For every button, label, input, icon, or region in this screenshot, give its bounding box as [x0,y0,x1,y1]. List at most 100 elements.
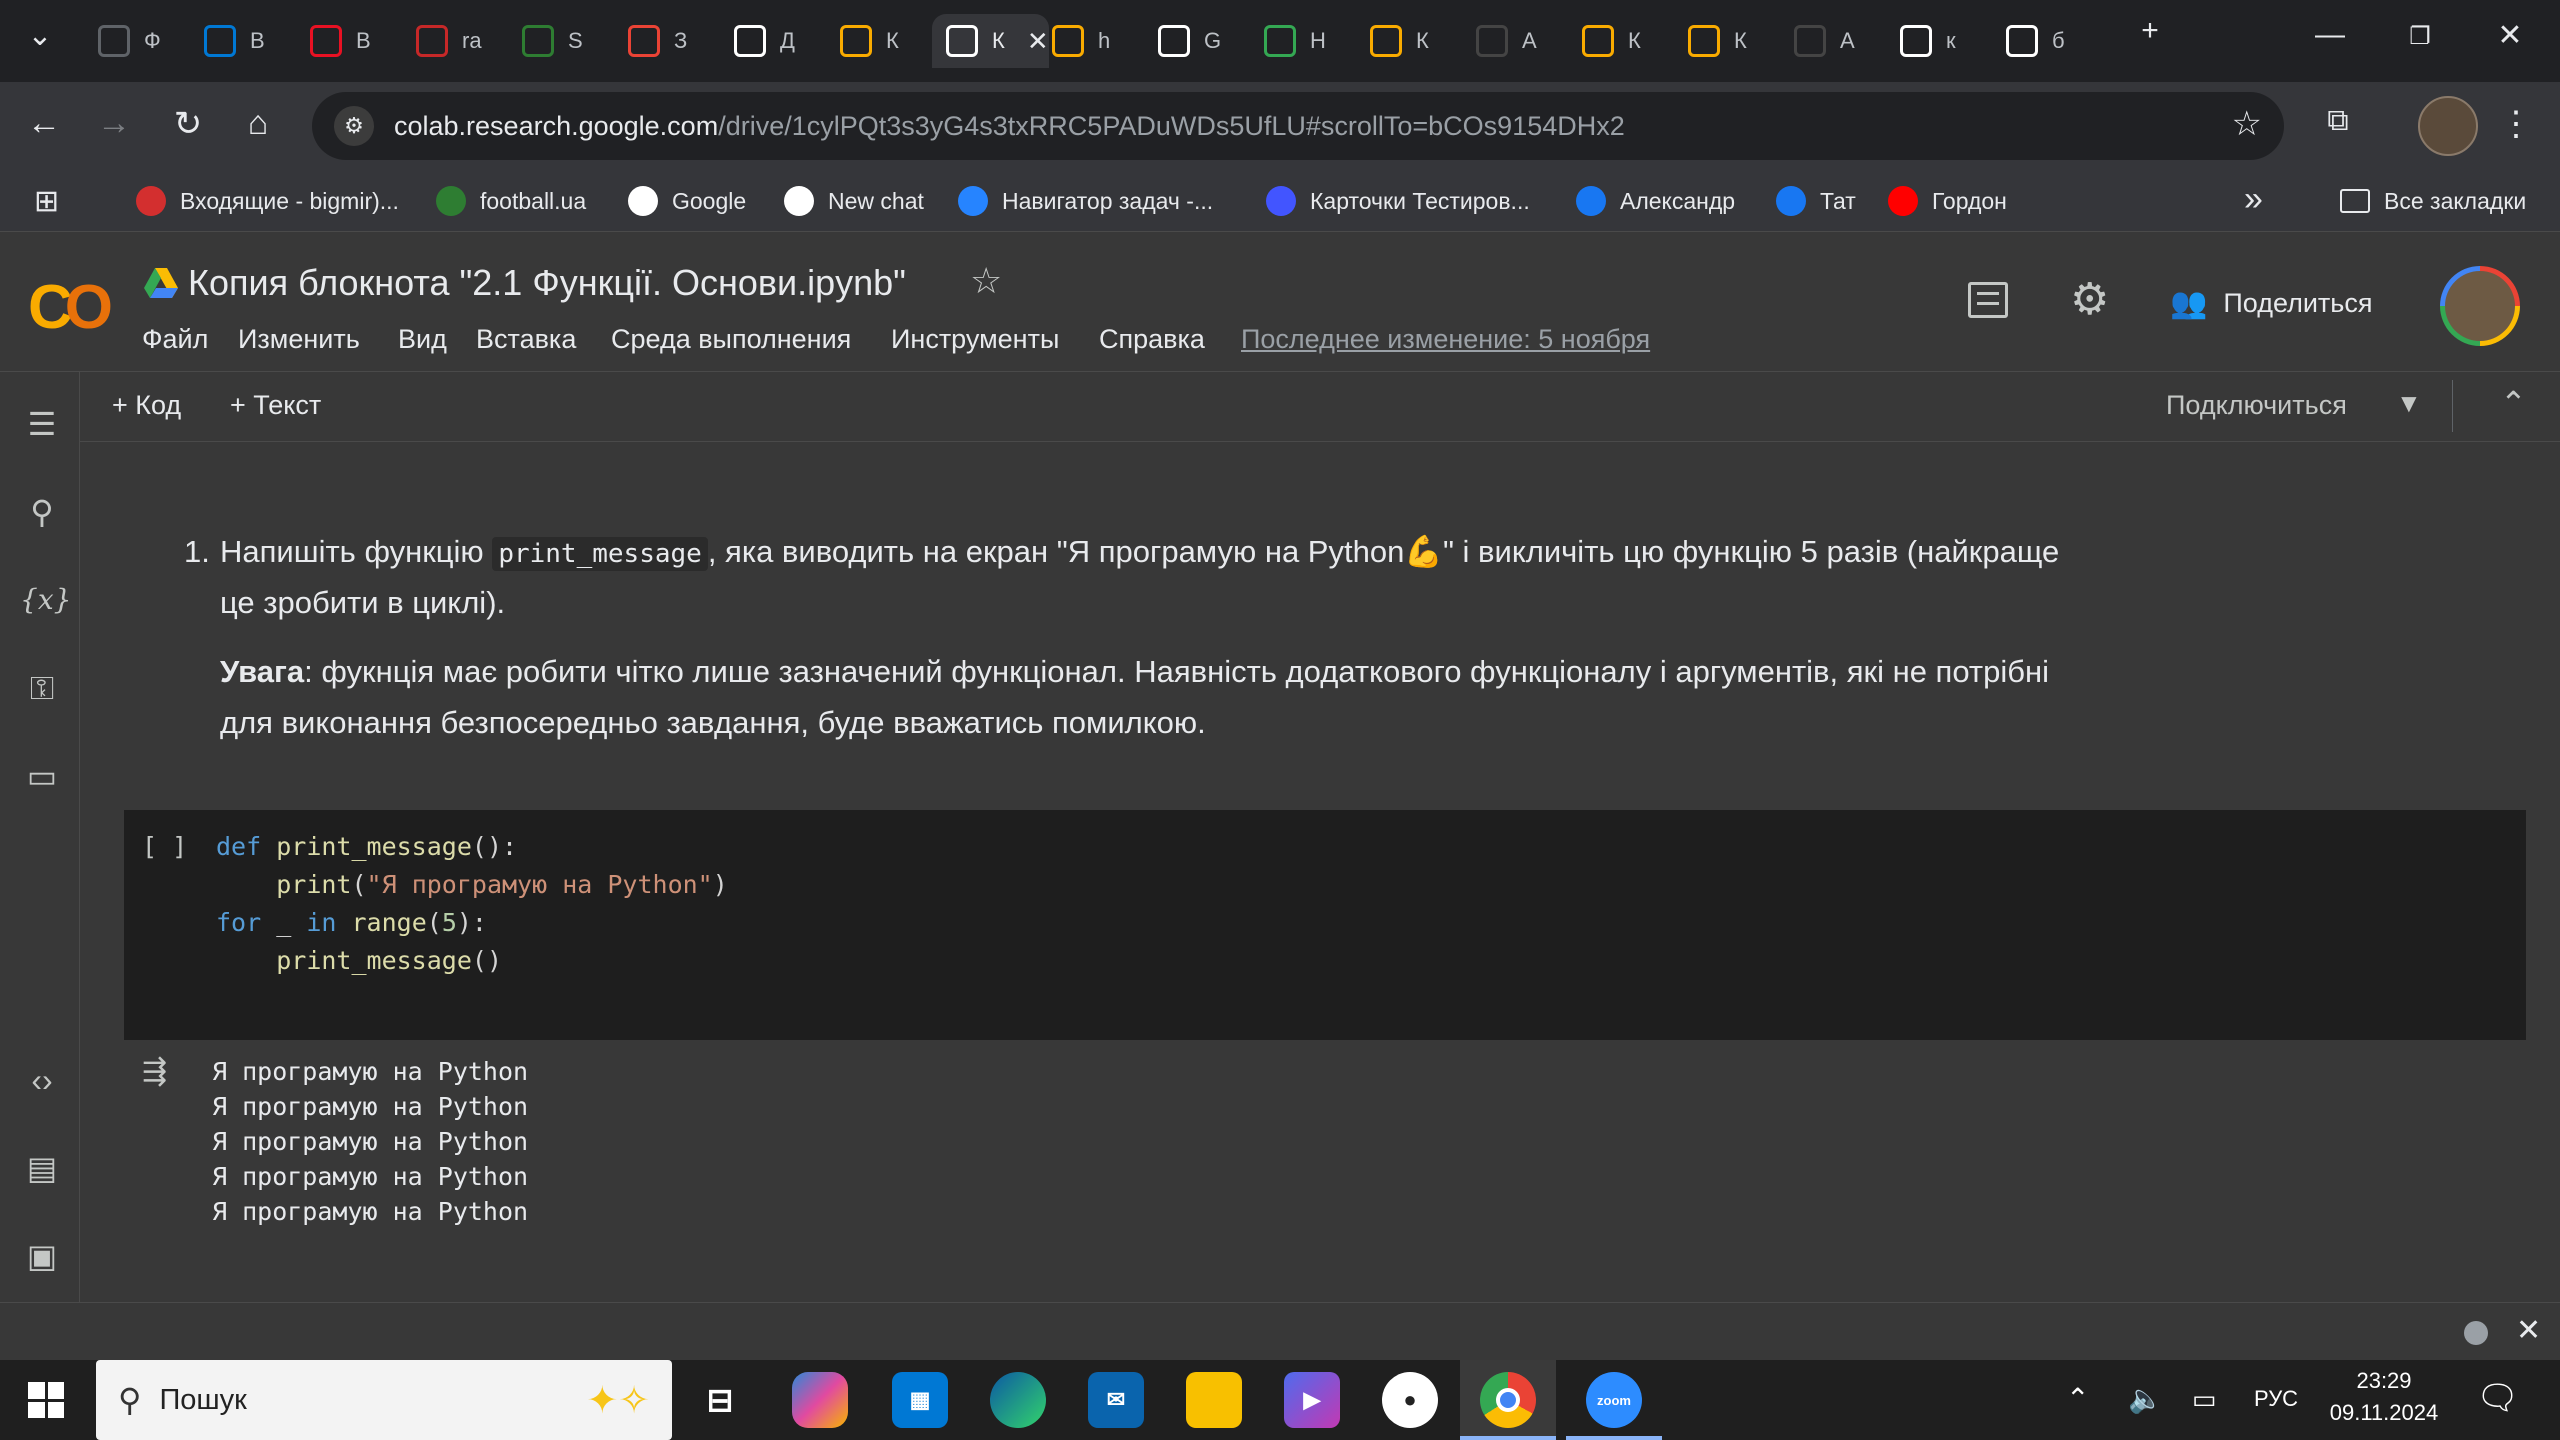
connect-button[interactable]: Подключиться [2166,390,2347,421]
racing-icon [416,25,448,57]
browser-tab[interactable]: В [190,14,265,68]
menu-item[interactable]: Файл [142,324,208,355]
home-icon[interactable]: ⌂ [236,104,280,143]
bookmark-item[interactable]: Тат [1776,182,1856,220]
add-text-button[interactable]: + Текст [230,390,321,421]
forward-icon[interactable]: → [92,104,136,143]
volume-icon[interactable]: 🔈 [2128,1382,2163,1415]
browser-tab[interactable]: ra [402,14,482,68]
menu-item[interactable]: Вид [398,324,447,355]
output-actions-icon[interactable]: ⇶ [142,1054,167,1089]
language-indicator[interactable]: РУС [2254,1386,2298,1412]
browser-tab[interactable]: Д [720,14,795,68]
browser-tab[interactable]: З [614,14,687,68]
star-notebook-icon[interactable]: ☆ [970,260,1002,302]
browser-tab[interactable]: h [1038,14,1110,68]
address-bar[interactable]: ⚙ colab.research.google.com/drive/1cylPQ… [312,92,2284,160]
menu-item[interactable]: Справка [1099,324,1205,355]
minimize-icon[interactable]: — [2300,18,2360,52]
comments-icon[interactable] [1968,282,2008,318]
new-tab-button[interactable]: + [2120,14,2180,48]
store-icon[interactable]: ▦ [892,1372,948,1428]
browser-tab[interactable]: S [508,14,583,68]
browser-tab[interactable]: б [1992,14,2065,68]
browser-tab[interactable]: К [826,14,899,68]
bookmark-item[interactable]: Александр [1576,182,1735,220]
terminal-icon[interactable]: ▣ [20,1234,64,1278]
bookmark-item[interactable]: New chat [784,182,924,220]
bookmark-item[interactable]: Карточки Тестиров... [1266,182,1530,220]
bookmark-star-icon[interactable]: ☆ [2232,104,2262,144]
task-view-icon[interactable]: ⊟ [692,1372,748,1428]
collapse-header-icon[interactable]: ⌃ [2500,384,2527,422]
more-bookmarks-button[interactable]: » [2244,180,2263,219]
bookmark-item[interactable]: Google [628,182,746,220]
run-cell-button[interactable]: [ ] [142,828,187,866]
menu-item[interactable]: Вставка [476,324,576,355]
command-palette-icon[interactable]: ▤ [20,1146,64,1190]
zoom-taskbar-button[interactable]: zoom [1566,1360,1662,1440]
all-bookmarks-button[interactable]: Все закладки [2340,182,2526,220]
reload-icon[interactable]: ↻ [166,104,210,144]
browser-tab[interactable]: В [296,14,371,68]
key-app-icon[interactable]: ● [1382,1372,1438,1428]
search-icon[interactable]: ⚲ [20,490,64,534]
browser-menu-icon[interactable]: ⋮ [2494,104,2538,144]
files-folder-icon[interactable]: ▭ [20,754,64,798]
browser-tab[interactable]: к [1886,14,1956,68]
close-window-icon[interactable]: ✕ [2480,18,2540,53]
colab-logo[interactable]: CO [28,272,113,343]
browser-tab[interactable]: К [1568,14,1641,68]
site-info-icon[interactable]: ⚙ [334,106,374,146]
menu-item[interactable]: Изменить [238,324,360,355]
bookmark-item[interactable]: Гордон [1888,182,2007,220]
settings-gear-icon[interactable]: ⚙ [2070,274,2109,325]
connect-dropdown-icon[interactable]: ▼ [2396,388,2422,419]
bookmark-item[interactable]: Навигатор задач -... [958,182,1213,220]
menu-item[interactable]: Инструменты [891,324,1059,355]
browser-tab[interactable]: К ✕ [932,14,1049,68]
browser-tab[interactable]: А [1462,14,1537,68]
variables-icon[interactable]: {x} [20,578,71,622]
apps-grid-icon[interactable]: ⊞ [34,184,59,219]
edge-icon[interactable] [990,1372,1046,1428]
menu-item[interactable]: Среда выполнения [611,324,851,355]
account-avatar[interactable] [2440,266,2520,346]
secrets-key-icon[interactable]: ⚿ [20,666,64,710]
browser-tab[interactable]: А [1780,14,1855,68]
clipchamp-icon[interactable]: ▶ [1284,1372,1340,1428]
taskbar-search[interactable]: ⚲ Пошук ✦✧ [96,1360,672,1440]
copilot-icon[interactable] [792,1372,848,1428]
extensions-icon[interactable]: ⧉ [2316,104,2360,138]
file-explorer-icon[interactable] [1186,1372,1242,1428]
code-cell[interactable]: [ ] def print_message(): print("Я програ… [124,810,2526,1040]
notifications-icon[interactable]: 🗨 [2476,1378,2519,1418]
share-button[interactable]: 👥 Поделиться [2170,286,2372,321]
back-icon[interactable]: ← [22,104,66,143]
add-code-button[interactable]: + Код [112,390,181,421]
chrome-taskbar-button[interactable] [1460,1360,1556,1440]
browser-tab[interactable]: К [1356,14,1429,68]
clock-date: 09.11.2024 [2329,1400,2439,1425]
close-status-icon[interactable]: ✕ [2516,1313,2541,1348]
browser-tab[interactable]: К [1674,14,1747,68]
battery-icon[interactable]: ▭ [2192,1384,2217,1415]
browser-tab[interactable]: G [1144,14,1221,68]
bookmark-item[interactable]: Входящие - bigmir)... [136,182,399,220]
restore-icon[interactable]: ❐ [2390,22,2450,51]
browser-tab[interactable]: Ф [84,14,161,68]
last-edit-link[interactable]: Последнее изменение: 5 ноября [1241,324,1650,355]
table-of-contents-icon[interactable]: ☰ [20,402,64,446]
code-snippets-icon[interactable]: ‹› [20,1058,64,1102]
tray-overflow-icon[interactable]: ⌃ [2066,1382,2089,1415]
tab-search-icon[interactable]: ⌄ [10,18,70,53]
mail-icon[interactable]: ✉ [1088,1372,1144,1428]
status-dot-icon[interactable] [2464,1321,2488,1345]
profile-avatar[interactable] [2418,96,2478,156]
notebook-title[interactable]: Копия блокнота "2.1 Функції. Основи.ipyn… [188,262,906,304]
clock[interactable]: 23:29 09.11.2024 [2324,1368,2444,1426]
bookmark-item[interactable]: football.ua [436,182,586,220]
browser-tab[interactable]: Н [1250,14,1326,68]
code-editor[interactable]: def print_message(): print("Я програмую … [216,828,728,980]
windows-start-icon[interactable] [28,1382,64,1418]
